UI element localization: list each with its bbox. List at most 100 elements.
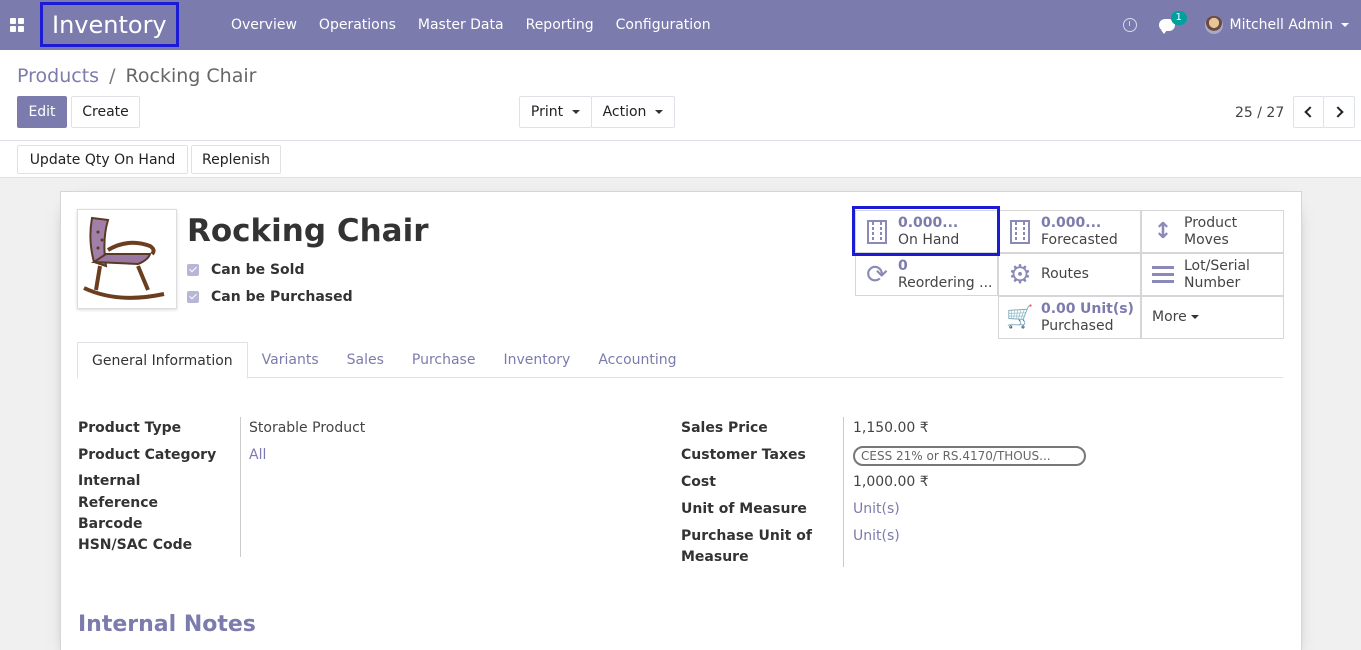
menu-reporting[interactable]: Reporting — [515, 17, 605, 33]
lot-serial-button[interactable]: Lot/Serial Number — [1141, 253, 1284, 296]
action-label: Action — [602, 104, 647, 120]
product-category-field[interactable]: All — [249, 445, 266, 466]
edit-label: Edit — [28, 104, 56, 120]
pager-value[interactable]: 25 / 27 — [1235, 105, 1284, 121]
reordering-value: 0 — [898, 257, 908, 274]
menu-overview[interactable]: Overview — [220, 17, 308, 33]
sales-price-field[interactable]: 1,150.00 ₹ — [853, 418, 929, 439]
building-icon — [867, 219, 887, 244]
tab-accounting[interactable]: Accounting — [584, 342, 690, 379]
on-hand-button[interactable]: 0.000... On Hand — [855, 210, 998, 253]
product-image[interactable] — [77, 209, 177, 309]
tab-general-information[interactable]: General Information — [77, 342, 248, 379]
hsn-sac-code-label: HSN/SAC Code — [78, 537, 193, 553]
breadcrumb-current: Rocking Chair — [125, 65, 257, 87]
product-moves-label-2: Moves — [1184, 231, 1229, 248]
breadcrumb: Products / Rocking Chair — [17, 65, 256, 87]
can-be-sold-row: Can be Sold — [187, 262, 304, 278]
purchase-uom-field[interactable]: Unit(s) — [853, 526, 900, 547]
arrows-v-icon: ↕ — [1153, 218, 1173, 244]
can-be-purchased-row: Can be Purchased — [187, 289, 353, 305]
print-dropdown[interactable]: Print — [519, 96, 592, 128]
barcode-label: Barcode — [78, 516, 143, 532]
routes-button[interactable]: ⚙ Routes — [998, 253, 1141, 296]
create-button[interactable]: Create — [71, 96, 140, 128]
messaging-menu[interactable]: 1 — [1158, 11, 1187, 34]
pager-previous-button[interactable] — [1293, 96, 1324, 128]
lot-serial-label-1: Lot/Serial — [1184, 257, 1250, 274]
product-moves-button[interactable]: ↕ Product Moves — [1141, 210, 1284, 253]
purchase-uom-label-2: Measure — [681, 549, 749, 565]
internal-notes-heading: Internal Notes — [78, 612, 256, 637]
purchased-unit: Unit(s) — [1080, 300, 1134, 317]
replenish-button[interactable]: Replenish — [191, 145, 281, 174]
replenish-label: Replenish — [201, 151, 271, 168]
product-moves-label-1: Product — [1184, 214, 1238, 231]
tab-variants[interactable]: Variants — [248, 342, 333, 379]
activity-clock-icon[interactable] — [1122, 18, 1137, 32]
user-menu[interactable]: Mitchell Admin — [1204, 16, 1349, 34]
forecasted-button[interactable]: 0.000... Forecasted — [998, 210, 1141, 253]
purchased-value: 0.00 — [1041, 300, 1076, 317]
main-menu: Overview Operations Master Data Reportin… — [220, 0, 722, 50]
notebook-tabs: General Information Variants Sales Purch… — [77, 342, 1283, 379]
create-label: Create — [82, 104, 129, 120]
tab-purchase[interactable]: Purchase — [398, 342, 490, 379]
action-dropdown[interactable]: Action — [591, 96, 675, 128]
update-qty-label: Update Qty On Hand — [29, 151, 176, 168]
internal-reference-label-1: Internal — [78, 473, 141, 489]
can-be-purchased-checkbox[interactable] — [187, 291, 199, 303]
product-name: Rocking Chair — [187, 213, 429, 249]
chat-badge: 1 — [1170, 11, 1187, 25]
left-group-divider — [240, 417, 241, 557]
can-be-sold-label: Can be Sold — [211, 262, 305, 278]
update-qty-on-hand-button[interactable]: Update Qty On Hand — [17, 145, 188, 174]
forecasted-label: Forecasted — [1041, 231, 1118, 248]
apps-menu-icon[interactable] — [10, 18, 24, 32]
pager-next-button[interactable] — [1323, 96, 1355, 128]
product-type-field[interactable]: Storable Product — [249, 418, 365, 439]
purchased-button[interactable]: 🛒 0.00 Unit(s) Purchased — [998, 296, 1141, 339]
lot-serial-label-2: Number — [1184, 274, 1241, 291]
can-be-sold-checkbox[interactable] — [187, 264, 199, 276]
internal-reference-label-2: Reference — [78, 495, 159, 511]
sales-price-label: Sales Price — [681, 420, 768, 436]
forecasted-value: 0.000... — [1041, 214, 1102, 231]
app-brand[interactable]: Inventory — [40, 2, 179, 47]
reordering-label: Reordering ... — [898, 274, 993, 291]
tab-sales[interactable]: Sales — [333, 342, 398, 379]
breadcrumb-products-link[interactable]: Products — [17, 65, 99, 87]
reordering-rules-button[interactable]: ⟳ 0 Reordering ... — [855, 253, 998, 296]
menu-operations[interactable]: Operations — [308, 17, 407, 33]
right-group-divider — [843, 417, 844, 567]
caret-down-icon — [655, 110, 664, 114]
shopping-cart-icon: 🛒 — [1006, 304, 1034, 330]
routes-label: Routes — [1041, 266, 1089, 282]
rocking-chair-image — [78, 210, 176, 308]
tab-inventory[interactable]: Inventory — [489, 342, 584, 379]
avatar — [1204, 16, 1223, 34]
purchase-uom-label-1: Purchase Unit of — [681, 528, 812, 544]
customer-tax-tag[interactable]: CESS 21% or RS.4170/THOUS... — [853, 446, 1086, 466]
cost-field[interactable]: 1,000.00 ₹ — [853, 472, 929, 493]
caret-down-icon — [1190, 315, 1199, 319]
systray: 1 Mitchell Admin — [1122, 0, 1361, 50]
unit-of-measure-field[interactable]: Unit(s) — [853, 499, 900, 520]
print-label: Print — [530, 104, 564, 120]
refresh-icon: ⟳ — [866, 259, 888, 290]
more-dropdown[interactable]: More — [1141, 296, 1284, 339]
on-hand-value: 0.000... — [898, 214, 959, 231]
breadcrumb-separator: / — [109, 65, 116, 87]
edit-button[interactable]: Edit — [17, 96, 67, 128]
form-sheet: Rocking Chair Can be Sold Can be Purchas… — [60, 191, 1302, 650]
cost-label: Cost — [681, 474, 716, 490]
menu-master-data[interactable]: Master Data — [407, 17, 515, 33]
more-label: More — [1152, 309, 1187, 325]
product-category-label: Product Category — [78, 447, 217, 463]
unit-of-measure-label: Unit of Measure — [681, 501, 807, 517]
menu-configuration[interactable]: Configuration — [605, 17, 722, 33]
control-panel: Products / Rocking Chair Edit Create Pri… — [0, 50, 1361, 141]
purchased-label: Purchased — [1041, 317, 1114, 334]
top-navbar: Inventory Overview Operations Master Dat… — [0, 0, 1361, 50]
chevron-right-icon — [1331, 106, 1344, 118]
